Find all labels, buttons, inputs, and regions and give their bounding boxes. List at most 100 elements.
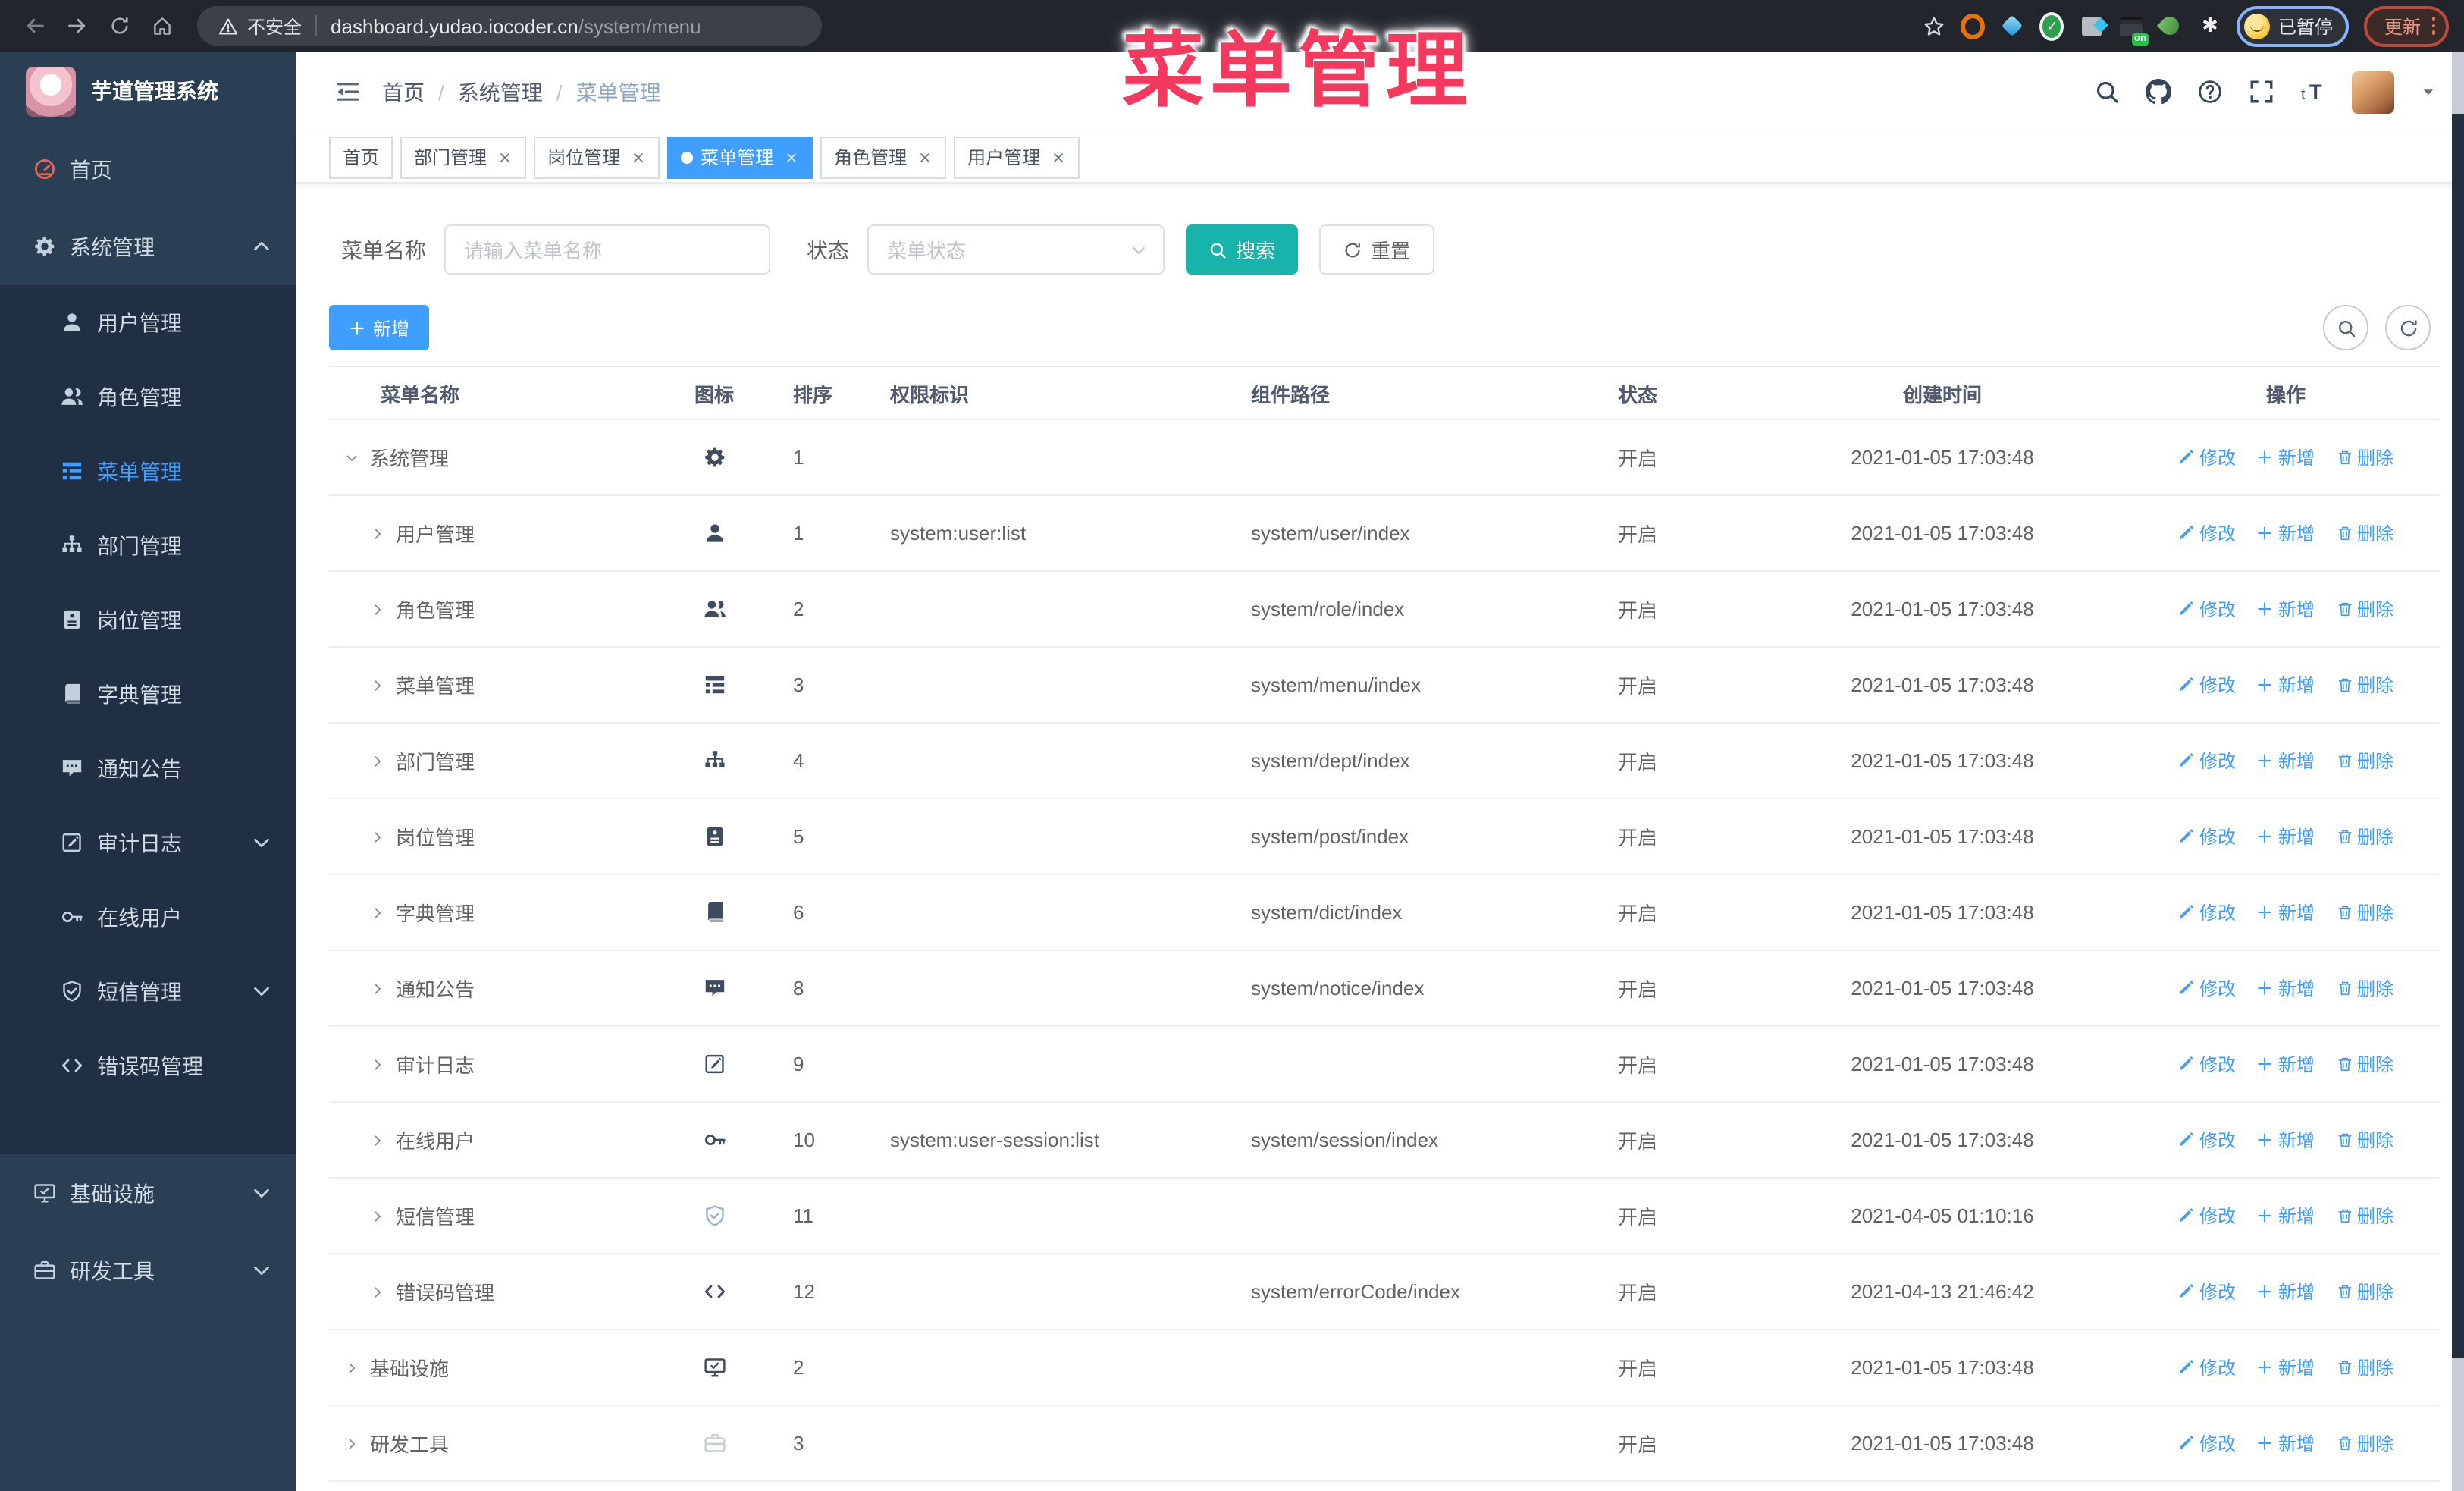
- table-row[interactable]: 研发工具 3 开启 2021-01-05 17:03:48 修改 新增 删除: [329, 1406, 2440, 1482]
- row-delete-link[interactable]: 删除: [2336, 899, 2393, 925]
- row-add-link[interactable]: 新增: [2257, 520, 2315, 546]
- sidebar-item[interactable]: 首页: [0, 130, 296, 208]
- chevron-right-icon[interactable]: [370, 1132, 385, 1147]
- table-row[interactable]: 审计日志 9 开启 2021-01-05 17:03:48 修改 新增 删除: [329, 1027, 2440, 1103]
- row-edit-link[interactable]: 修改: [2178, 444, 2236, 470]
- sidebar-item[interactable]: 通知公告: [0, 731, 296, 805]
- sidebar-item[interactable]: 审计日志: [0, 805, 296, 880]
- column-header-name[interactable]: 菜单名称: [329, 378, 670, 407]
- sidebar-item[interactable]: 短信管理: [0, 954, 296, 1028]
- row-add-link[interactable]: 新增: [2257, 1051, 2315, 1077]
- chevron-right-icon[interactable]: [370, 753, 385, 768]
- column-header-ops[interactable]: 操作: [2132, 378, 2440, 407]
- row-delete-link[interactable]: 删除: [2336, 824, 2393, 849]
- chevron-right-icon[interactable]: [370, 829, 385, 844]
- bookmark-star-icon[interactable]: [1923, 14, 1946, 37]
- table-row[interactable]: 通知公告 8 system/notice/index 开启 2021-01-05 17:…: [329, 951, 2440, 1027]
- row-edit-link[interactable]: 修改: [2178, 1279, 2236, 1304]
- row-delete-link[interactable]: 删除: [2336, 596, 2393, 622]
- row-edit-link[interactable]: 修改: [2178, 520, 2236, 546]
- tab-close-icon[interactable]: [631, 149, 646, 165]
- table-row[interactable]: 菜单管理 3 system/menu/index 开启 2021-01-05 17:03…: [329, 648, 2440, 724]
- row-add-link[interactable]: 新增: [2257, 1279, 2315, 1304]
- row-add-link[interactable]: 新增: [2257, 1430, 2315, 1456]
- extension-stack-icon[interactable]: on: [2119, 14, 2149, 46]
- row-delete-link[interactable]: 删除: [2336, 444, 2393, 470]
- row-edit-link[interactable]: 修改: [2178, 1127, 2236, 1153]
- row-edit-link[interactable]: 修改: [2178, 1051, 2236, 1077]
- extension-blue-gem-icon[interactable]: [2001, 14, 2025, 38]
- row-delete-link[interactable]: 删除: [2336, 1127, 2393, 1153]
- table-row[interactable]: 在线用户 10 system:user-session:list system/ses…: [329, 1103, 2440, 1179]
- toolbar-search-toggle-button[interactable]: [2323, 305, 2368, 350]
- row-add-link[interactable]: 新增: [2257, 975, 2315, 1001]
- browser-reload-button[interactable]: [100, 7, 138, 45]
- sidebar-item[interactable]: 岗位管理: [0, 582, 296, 657]
- row-edit-link[interactable]: 修改: [2178, 748, 2236, 774]
- security-label[interactable]: 不安全: [247, 13, 302, 39]
- sidebar-item[interactable]: 用户管理: [0, 285, 296, 359]
- breadcrumb-item[interactable]: 首页: [382, 77, 425, 107]
- row-edit-link[interactable]: 修改: [2178, 672, 2236, 698]
- column-header-status[interactable]: 状态: [1583, 378, 1753, 407]
- table-row[interactable]: 字典管理 6 system/dict/index 开启 2021-01-05 17:03…: [329, 875, 2440, 951]
- row-delete-link[interactable]: 删除: [2336, 1279, 2393, 1304]
- github-icon[interactable]: [2146, 79, 2171, 105]
- table-row[interactable]: 部门管理 4 system/dept/index 开启 2021-01-05 17:03…: [329, 724, 2440, 799]
- column-header-perm[interactable]: 权限标识: [855, 378, 1216, 407]
- column-header-path[interactable]: 组件路径: [1216, 378, 1583, 407]
- row-add-link[interactable]: 新增: [2257, 1127, 2315, 1153]
- browser-home-button[interactable]: [143, 7, 180, 45]
- tab-菜单管理[interactable]: 菜单管理: [667, 136, 813, 178]
- browser-update-button[interactable]: 更新: [2364, 5, 2449, 46]
- browser-menu-dots-icon[interactable]: [2431, 17, 2435, 35]
- address-bar[interactable]: 不安全 dashboard.yudao.iocoder.cn /system/m…: [197, 6, 822, 46]
- chevron-right-icon[interactable]: [370, 905, 385, 920]
- tab-部门管理[interactable]: 部门管理: [400, 136, 527, 178]
- browser-back-button[interactable]: [15, 7, 53, 45]
- menu-name-input[interactable]: 请输入菜单名称: [444, 224, 770, 275]
- row-edit-link[interactable]: 修改: [2178, 899, 2236, 925]
- app-logo[interactable]: 芋道管理系统: [0, 52, 296, 130]
- avatar-caret-down-icon[interactable]: [2420, 83, 2437, 100]
- row-add-link[interactable]: 新增: [2257, 824, 2315, 849]
- sidebar-item[interactable]: 错误码管理: [0, 1028, 296, 1103]
- table-row[interactable]: 用户管理 1 system:user:list system/user/index 开启…: [329, 496, 2440, 572]
- column-header-sort[interactable]: 排序: [758, 378, 855, 407]
- help-icon[interactable]: [2197, 79, 2223, 105]
- row-add-link[interactable]: 新增: [2257, 1203, 2315, 1229]
- chevron-right-icon[interactable]: [344, 1436, 359, 1451]
- row-add-link[interactable]: 新增: [2257, 899, 2315, 925]
- row-add-link[interactable]: 新增: [2257, 748, 2315, 774]
- toolbar-refresh-button[interactable]: [2385, 305, 2431, 350]
- row-edit-link[interactable]: 修改: [2178, 975, 2236, 1001]
- table-row[interactable]: 岗位管理 5 system/post/index 开启 2021-01-05 17:03…: [329, 799, 2440, 875]
- tab-用户管理[interactable]: 用户管理: [954, 136, 1080, 178]
- row-edit-link[interactable]: 修改: [2178, 596, 2236, 622]
- sidebar-item[interactable]: 菜单管理: [0, 434, 296, 508]
- table-row[interactable]: 角色管理 2 system/role/index 开启 2021-01-05 17:03…: [329, 572, 2440, 648]
- sidebar-toggle-icon[interactable]: [335, 79, 361, 105]
- chevron-down-icon[interactable]: [344, 450, 359, 465]
- row-delete-link[interactable]: 删除: [2336, 520, 2393, 546]
- extension-orange-ring-icon[interactable]: [1961, 13, 1986, 39]
- sidebar-item[interactable]: 角色管理: [0, 359, 296, 434]
- browser-forward-button[interactable]: [58, 7, 96, 45]
- sidebar-item[interactable]: 字典管理: [0, 657, 296, 731]
- sidebar-item[interactable]: 基础设施: [0, 1154, 296, 1232]
- breadcrumb-item[interactable]: 系统管理: [458, 77, 543, 107]
- table-row[interactable]: 基础设施 2 开启 2021-01-05 17:03:48 修改 新增 删除: [329, 1330, 2440, 1406]
- chevron-right-icon[interactable]: [370, 1284, 385, 1299]
- row-delete-link[interactable]: 删除: [2336, 1430, 2393, 1456]
- row-edit-link[interactable]: 修改: [2178, 1430, 2236, 1456]
- sidebar-item[interactable]: 研发工具: [0, 1232, 296, 1309]
- reset-button[interactable]: 重置: [1319, 224, 1435, 275]
- font-size-icon[interactable]: tT: [2300, 79, 2326, 105]
- tab-首页[interactable]: 首页: [329, 136, 393, 178]
- extension-leaf-icon[interactable]: [2157, 13, 2183, 39]
- tab-close-icon[interactable]: [1051, 149, 1066, 165]
- sidebar-item[interactable]: 系统管理: [0, 208, 296, 285]
- sidebar-item[interactable]: 部门管理: [0, 508, 296, 582]
- browser-profile-button[interactable]: 已暂停: [2237, 5, 2350, 46]
- row-delete-link[interactable]: 删除: [2336, 672, 2393, 698]
